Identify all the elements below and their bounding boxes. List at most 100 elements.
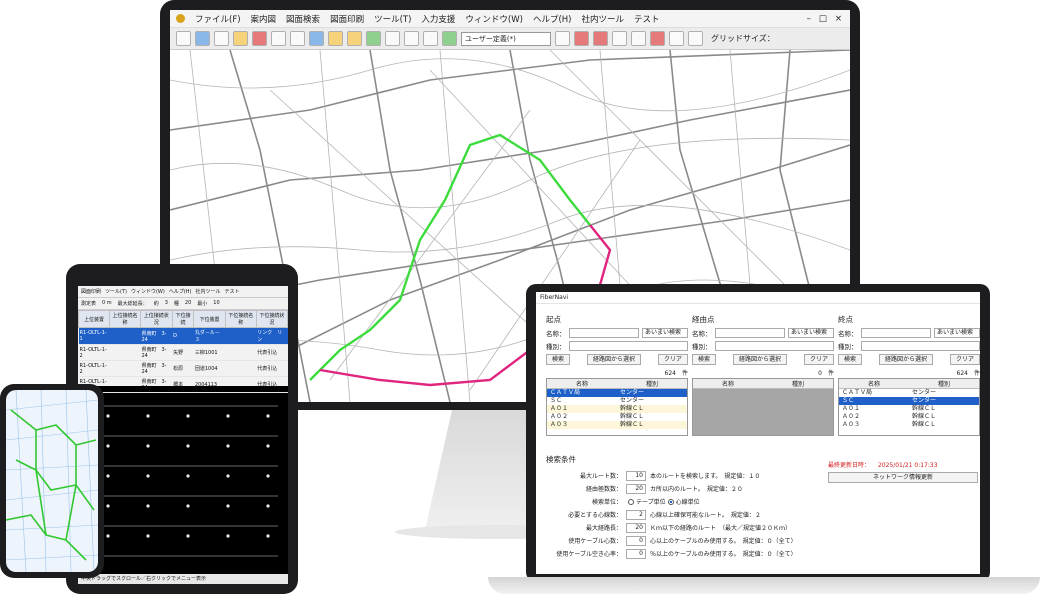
- col-header[interactable]: 上位装置: [78, 310, 110, 328]
- max-routes-label: 最大ルート数：: [579, 473, 622, 480]
- list-icon[interactable]: [423, 31, 438, 46]
- col-kind[interactable]: 種別: [617, 379, 687, 388]
- pen-icon[interactable]: [574, 31, 589, 46]
- start-kind-select[interactable]: [568, 341, 688, 351]
- user-defined-select[interactable]: ユーザー定義(*): [461, 31, 551, 46]
- tablet-menu-print[interactable]: 図面印刷: [81, 288, 101, 295]
- core-unit-radio[interactable]: [667, 499, 674, 505]
- layers-stack-icon[interactable]: [442, 31, 457, 46]
- menu-guide-map[interactable]: 案内図: [251, 13, 277, 25]
- marker-icon[interactable]: [650, 31, 665, 46]
- end-name-input[interactable]: [860, 328, 931, 338]
- list-item[interactable]: Ａ０１ 幹線ＣＬ: [547, 405, 687, 413]
- list-item[interactable]: ＳＣ センター: [547, 397, 687, 405]
- tablet-menu-internal[interactable]: 社内ツール: [196, 288, 221, 295]
- item-name: Ａ０１: [550, 405, 569, 412]
- hand-icon[interactable]: [233, 31, 248, 46]
- page-icon[interactable]: [271, 31, 286, 46]
- col-name[interactable]: 名称: [547, 379, 617, 388]
- flag-icon[interactable]: [328, 31, 343, 46]
- menu-tools[interactable]: ツール(T): [374, 13, 411, 25]
- list-item[interactable]: Ａ０３ 幹線ＣＬ: [839, 421, 979, 429]
- zoom-icon[interactable]: [612, 31, 627, 46]
- end-kind-select[interactable]: [860, 341, 980, 351]
- start-name-input[interactable]: [568, 328, 639, 338]
- via-match-select[interactable]: あいまい検索: [788, 328, 834, 338]
- end-search-button[interactable]: 検索: [838, 354, 863, 365]
- eraser-icon[interactable]: [385, 31, 400, 46]
- col-header[interactable]: 下位接続: [171, 310, 195, 328]
- stop-icon[interactable]: [593, 31, 608, 46]
- tape-unit-radio[interactable]: [628, 499, 634, 505]
- menu-file[interactable]: ファイル(F): [195, 13, 241, 25]
- via-select-from-map-button[interactable]: 経路図から選択: [732, 354, 787, 365]
- phone-map[interactable]: [6, 390, 98, 572]
- menu-map-print[interactable]: 図面印刷: [330, 13, 364, 25]
- line-icon[interactable]: [309, 31, 324, 46]
- close-button[interactable]: ×: [835, 14, 842, 24]
- grid-tool-icon[interactable]: [214, 31, 229, 46]
- col-header[interactable]: 下位接続状況: [255, 310, 288, 328]
- route-icon[interactable]: [366, 31, 381, 46]
- table-row[interactable]: R1-OLTL-1-2 県南町 3-24 松原 団道1004 代表引込: [78, 360, 288, 377]
- print-icon[interactable]: [176, 31, 191, 46]
- required-cores-input[interactable]: 2: [626, 509, 646, 520]
- tablet-menu-help[interactable]: ヘルプ(H): [169, 288, 192, 295]
- list-item[interactable]: Ａ０２ 幹線ＣＬ: [839, 413, 979, 421]
- ruler-icon[interactable]: [347, 31, 362, 46]
- col-header[interactable]: 下位接続名称: [224, 310, 257, 328]
- col-header[interactable]: 上位接続状況: [139, 310, 173, 328]
- via-search-button[interactable]: 検索: [692, 354, 717, 365]
- start-match-select[interactable]: あいまい検索: [642, 328, 688, 338]
- menu-window[interactable]: ウィンドウ(W): [465, 13, 523, 25]
- menu-help[interactable]: ヘルプ(H): [533, 13, 572, 25]
- list-item[interactable]: ＣＡＴＶ局 センター: [839, 389, 979, 397]
- col-kind[interactable]: 種別: [763, 379, 833, 388]
- table-row[interactable]: R1-OLTL-1-1 県南町 3-24 D 丸ダ－ル－３ リンク リン: [78, 327, 288, 345]
- start-search-button[interactable]: 検索: [546, 354, 571, 365]
- free-core-rate-input[interactable]: 0: [626, 548, 646, 559]
- menu-test[interactable]: テスト: [634, 13, 660, 25]
- crosshair-icon[interactable]: [688, 31, 703, 46]
- select-icon[interactable]: [195, 31, 210, 46]
- maximize-button[interactable]: □: [819, 14, 827, 24]
- col-name[interactable]: 名称: [693, 379, 763, 388]
- measure-icon[interactable]: [290, 31, 305, 46]
- minimize-button[interactable]: –: [807, 14, 811, 24]
- list-item[interactable]: ＣＡＴＶ局 センター: [547, 389, 687, 397]
- list-item[interactable]: Ａ０１ 幹線ＣＬ: [839, 405, 979, 413]
- table-row[interactable]: R1-OLTL-1-2 県南町 3-24 矢野 三柳1001 代表引込: [78, 344, 288, 361]
- start-clear-button[interactable]: クリア: [657, 354, 688, 365]
- start-select-from-map-button[interactable]: 経路図から選択: [586, 354, 641, 365]
- menu-map-search[interactable]: 図面検索: [286, 13, 320, 25]
- col-name[interactable]: 名称: [839, 379, 909, 388]
- menu-input-support[interactable]: 入力支援: [421, 13, 455, 25]
- cable-cores-input[interactable]: 0: [626, 535, 646, 546]
- col-header[interactable]: 上位接続名称: [108, 310, 141, 328]
- tablet-menu-tools[interactable]: ツール(T): [105, 288, 127, 295]
- copy-icon[interactable]: [555, 31, 570, 46]
- layer-icon[interactable]: [252, 31, 267, 46]
- list-item[interactable]: Ａ０２ 幹線ＣＬ: [547, 413, 687, 421]
- end-match-select[interactable]: あいまい検索: [934, 328, 980, 338]
- list-item[interactable]: Ａ０３ 幹線ＣＬ: [547, 421, 687, 429]
- list-item[interactable]: ＳＣ センター: [839, 397, 979, 405]
- tablet-diagram[interactable]: [78, 386, 288, 574]
- search-icon[interactable]: [669, 31, 684, 46]
- max-routes-input[interactable]: 10: [626, 470, 646, 481]
- end-clear-button[interactable]: クリア: [949, 354, 980, 365]
- via-clear-button[interactable]: クリア: [803, 354, 834, 365]
- menu-internal-tools[interactable]: 社内ツール: [582, 13, 625, 25]
- cursor-icon[interactable]: [631, 31, 646, 46]
- tablet-menu-window[interactable]: ウィンドウ(W): [131, 288, 165, 295]
- network-update-button[interactable]: ネットワーク情報更新: [828, 472, 978, 483]
- tablet-menu-test[interactable]: テスト: [225, 288, 240, 295]
- col-kind[interactable]: 種別: [909, 379, 979, 388]
- col-header[interactable]: 下位装置: [193, 310, 226, 328]
- via-kind-select[interactable]: [714, 341, 834, 351]
- via-poles-input[interactable]: 20: [626, 483, 646, 494]
- via-name-input[interactable]: [714, 328, 785, 338]
- max-length-input[interactable]: 20: [626, 522, 646, 533]
- end-select-from-map-button[interactable]: 経路図から選択: [878, 354, 933, 365]
- table-icon[interactable]: [404, 31, 419, 46]
